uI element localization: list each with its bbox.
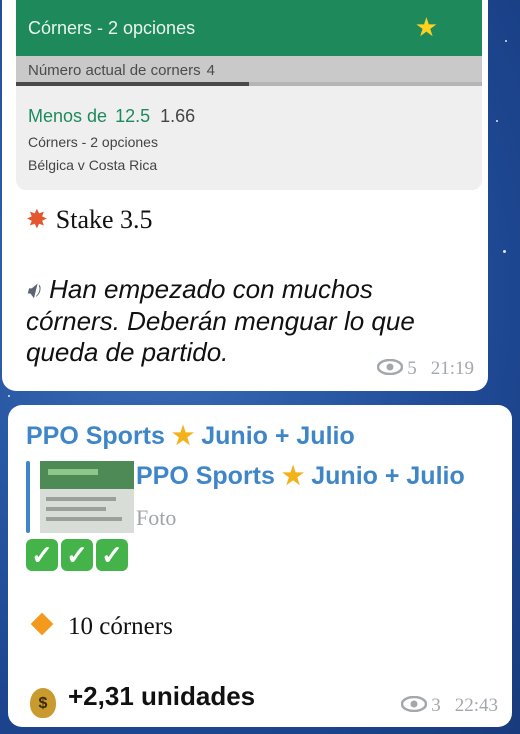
sender-name-suffix: Junio + Julio	[201, 422, 355, 450]
eye-icon	[400, 695, 428, 718]
preview-header: Córners - 2 opciones ★	[16, 0, 482, 56]
reply-sender[interactable]: PPO Sports ★ Junio + Julio	[136, 461, 465, 491]
progress-track	[16, 82, 482, 86]
check-marks: ✓ ✓ ✓	[26, 539, 131, 571]
reply-quote-bar	[26, 461, 30, 533]
bet-preview-card[interactable]: Córners - 2 opciones ★ Número actual de …	[16, 0, 482, 190]
reply-sender-suffix: Junio + Julio	[311, 462, 465, 490]
bet-value: 12.5	[115, 106, 151, 126]
corners-text: 10 córners	[68, 613, 173, 640]
sender-name[interactable]: PPO Sports ★ Junio + Julio	[26, 421, 355, 451]
speaker-icon: 🔉︎	[26, 277, 42, 304]
views-count: 3	[431, 695, 441, 716]
message-meta-2: 3 22:43	[400, 695, 498, 718]
bet-line: Menos de 12.5 1.66	[28, 106, 195, 127]
message-body: 🔉︎ Han empezado con muchos córners. Deber…	[26, 274, 466, 368]
message-body-text: Han empezado con muchos córners. Deberán…	[26, 274, 415, 367]
stake-text: Stake 3.5	[55, 205, 153, 234]
current-corners-text: Número actual de corners	[28, 62, 201, 79]
star-icon: ★	[281, 462, 305, 490]
message-bubble-2[interactable]: PPO Sports ★ Junio + Julio PPO Sports ★ …	[8, 405, 512, 727]
stake-line: ✸ Stake 3.5	[26, 205, 153, 235]
current-corners-label: Número actual de corners 4	[28, 62, 215, 79]
current-corners-bar: Número actual de corners 4	[16, 56, 482, 86]
message-time: 22:43	[454, 695, 498, 716]
progress-fill	[16, 82, 249, 86]
check-mark-icon: ✓	[26, 539, 58, 571]
units-text: +2,31 unidades	[68, 681, 256, 711]
bet-market: Córners - 2 opciones	[28, 134, 158, 150]
check-mark-icon: ✓	[61, 539, 93, 571]
eye-icon	[376, 358, 404, 381]
corners-line: 10 córners	[30, 612, 173, 641]
message-time: 21:19	[430, 358, 474, 379]
reply-sender-text: PPO Sports	[136, 462, 275, 490]
star-icon[interactable]: ★	[415, 12, 438, 42]
bet-label: Menos de	[28, 106, 108, 126]
collision-icon: ✸	[26, 205, 48, 234]
units-line: $ +2,31 unidades	[30, 681, 255, 718]
preview-header-title: Córners - 2 opciones	[28, 18, 196, 38]
current-corners-value: 4	[206, 62, 215, 79]
check-mark-icon: ✓	[96, 539, 128, 571]
money-bag-icon: $	[30, 688, 56, 718]
reply-type: Foto	[136, 505, 177, 530]
message-bubble-1[interactable]: Córners - 2 opciones ★ Número actual de …	[2, 0, 488, 391]
message-meta-1: 5 21:19	[376, 358, 474, 381]
star-icon: ★	[171, 422, 195, 450]
bet-match: Bélgica v Costa Rica	[28, 157, 158, 173]
orange-diamond-icon	[30, 612, 54, 636]
sender-name-text: PPO Sports	[26, 422, 165, 450]
views-count: 5	[407, 358, 417, 379]
bet-odds: 1.66	[160, 106, 196, 126]
reply-photo-thumbnail[interactable]	[40, 461, 134, 533]
